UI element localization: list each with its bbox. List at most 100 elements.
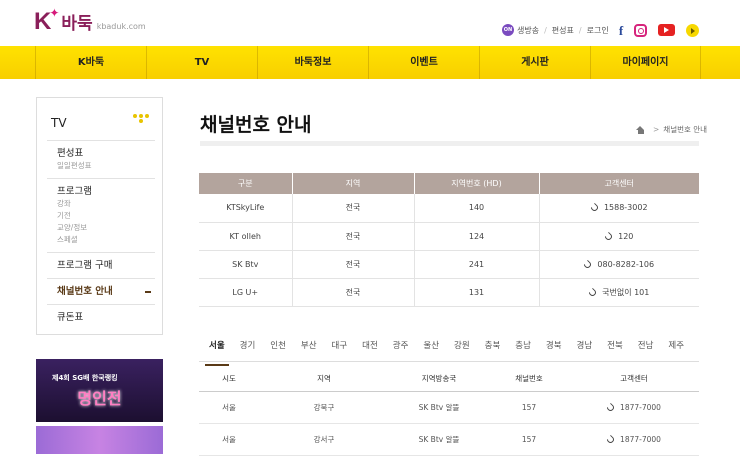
nav-kbaduk[interactable]: K바둑: [35, 46, 146, 79]
kbaduk-logo[interactable]: K ✦ 바둑 kbaduk.com: [34, 6, 146, 34]
login-link[interactable]: 로그인: [587, 25, 609, 36]
table-row: 서울 강북구 SK Btv 알뜰 157 1877-7000: [199, 391, 699, 424]
schedule-link[interactable]: 편성표: [552, 25, 574, 36]
title-divider: [200, 141, 699, 146]
breadcrumb-separator: >: [653, 125, 660, 134]
support-number: 1588-3002: [603, 203, 648, 213]
support-number: 080-8282-106: [597, 259, 655, 269]
channel-number-cell: 157: [489, 423, 569, 456]
tab-region-jeju[interactable]: 제주: [668, 336, 684, 361]
facebook-icon[interactable]: f: [616, 23, 626, 38]
sidebar-item-cue[interactable]: 큐돈표: [57, 311, 155, 324]
column-header: 구분: [199, 173, 293, 194]
main-nav: K바둑 TV 바둑정보 이벤트 게시판 마이페이지: [0, 46, 740, 79]
tab-region-gwangju[interactable]: 광주: [393, 336, 409, 361]
channel-number-cell: 241: [414, 250, 540, 279]
tab-region-daejeon[interactable]: 대전: [362, 336, 378, 361]
instagram-icon[interactable]: [634, 24, 647, 37]
tab-region-incheon[interactable]: 인천: [270, 336, 286, 361]
channel-number-cell: 124: [414, 222, 540, 251]
tab-region-jeonbuk[interactable]: 전북: [607, 336, 623, 361]
support-cell: 120: [539, 222, 699, 251]
tab-region-ulsan[interactable]: 울산: [423, 336, 439, 361]
tab-region-gyeongnam[interactable]: 경남: [577, 336, 593, 361]
region-tabs: 서울 경기 인천 부산 대구 대전 광주 울산 강원 충북 충남 경북 경남 전…: [199, 336, 699, 366]
sidebar-item-channel[interactable]: 채널번호 안내: [57, 285, 113, 298]
column-header: 채널번호: [489, 367, 569, 392]
kakaotv-icon[interactable]: [686, 24, 699, 37]
tab-region-gangwon[interactable]: 강원: [454, 336, 470, 361]
breadcrumb-current: 채널번호 안내: [663, 125, 708, 134]
district-cell: 강북구: [259, 391, 389, 424]
nav-baduk-info[interactable]: 바둑정보: [257, 46, 368, 79]
sidebar-subitem-daily[interactable]: 일일편성표: [57, 160, 155, 172]
utility-menu: ON 생방송 / 편성표 / 로그인: [502, 24, 609, 36]
sidebar-item-purchase[interactable]: 프로그램 구매: [57, 259, 155, 272]
logo-star-icon: ✦: [49, 6, 60, 20]
sidebar-group-cue: 큐돈표: [47, 304, 155, 330]
support-cell: 080-8282-106: [539, 250, 699, 279]
phone-icon: [587, 287, 598, 297]
page-title: 채널번호 안내: [200, 114, 312, 136]
nav-board[interactable]: 게시판: [479, 46, 590, 79]
table-row: 서울 강서구 SK Btv 알뜰 157 1877-7000: [199, 423, 699, 456]
sidebar-subitem-tournament[interactable]: 기전: [57, 210, 155, 222]
sidebar: TV 편성표 일일편성표 프로그램 강좌 기전 교양/정보 스페셜 프로그램 구…: [36, 97, 163, 335]
column-header: 지역: [292, 173, 415, 194]
region-cell: 전국: [292, 194, 415, 223]
divider: /: [544, 25, 547, 35]
divider: /: [578, 25, 582, 35]
table-row: LG U+ 전국 131 국번없이 101: [199, 278, 699, 307]
tab-region-chungnam[interactable]: 충남: [515, 336, 531, 361]
tab-region-jeonnam[interactable]: 전남: [638, 336, 654, 361]
sidebar-subitem-culture[interactable]: 교양/정보: [57, 222, 155, 234]
tab-region-chungbuk[interactable]: 충북: [485, 336, 501, 361]
sidebar-group-channel: 채널번호 안내: [47, 278, 155, 304]
phone-icon: [603, 231, 614, 241]
nav-mypage[interactable]: 마이페이지: [590, 46, 701, 79]
top-bar: K ✦ 바둑 kbaduk.com ON 생방송 / 편성표 / 로그인 f: [0, 0, 740, 46]
support-number: 1877-7000: [620, 434, 661, 444]
column-header: 고객센터: [569, 367, 699, 392]
tab-region-seoul[interactable]: 서울: [205, 336, 229, 366]
sidebar-subitem-special[interactable]: 스페셜: [57, 234, 155, 246]
sidebar-item-schedule[interactable]: 편성표: [57, 147, 155, 160]
promo-banner-2[interactable]: [36, 426, 163, 454]
phone-icon: [605, 434, 616, 444]
live-on-icon: ON: [502, 24, 514, 36]
column-header: 시도: [199, 367, 259, 392]
provider-cell: KT olleh: [199, 222, 293, 251]
column-header: 고객센터: [539, 173, 699, 194]
phone-icon: [582, 259, 593, 269]
tab-region-gyeonggi[interactable]: 경기: [240, 336, 256, 361]
breadcrumb: > 채널번호 안내: [636, 124, 707, 135]
region-cell: 전국: [292, 250, 415, 279]
banner-subtitle: 제4회 SG배 한국랭킹: [52, 374, 118, 382]
dots-icon: [133, 114, 149, 124]
region-cell: 전국: [292, 222, 415, 251]
channel-number-cell: 131: [414, 278, 540, 307]
channel-number-cell: 157: [489, 391, 569, 424]
local-channel-table: 시도 지역 지역방송국 채널번호 고객센터 서울 강북구 SK Btv 알뜰 1…: [199, 367, 699, 456]
active-marker: [145, 290, 151, 293]
youtube-icon[interactable]: [658, 24, 675, 36]
support-number: 국번없이 101: [602, 287, 650, 297]
home-icon[interactable]: [636, 125, 645, 134]
sidebar-group-schedule: 편성표 일일편성표: [47, 140, 155, 178]
live-link[interactable]: 생방송: [517, 25, 539, 36]
table-row: KTSkyLife 전국 140 1588-3002: [199, 194, 699, 223]
table-header-row: 시도 지역 지역방송국 채널번호 고객센터: [199, 367, 699, 392]
tab-region-daegu[interactable]: 대구: [332, 336, 348, 361]
sidebar-title: TV: [51, 116, 67, 130]
promo-banner-myeonginjeon[interactable]: 제4회 SG배 한국랭킹 명인전: [36, 359, 163, 422]
province-cell: 서울: [199, 391, 259, 424]
sidebar-item-program[interactable]: 프로그램: [57, 185, 155, 198]
table-header-row: 구분 지역 지역번호 (HD) 고객센터: [199, 173, 699, 194]
nav-event[interactable]: 이벤트: [368, 46, 479, 79]
logo-name: 바둑: [61, 14, 93, 34]
station-cell: SK Btv 알뜰: [389, 423, 489, 456]
tab-region-busan[interactable]: 부산: [301, 336, 317, 361]
sidebar-subitem-lecture[interactable]: 강좌: [57, 198, 155, 210]
nav-tv[interactable]: TV: [146, 46, 257, 79]
tab-region-gyeongbuk[interactable]: 경북: [546, 336, 562, 361]
